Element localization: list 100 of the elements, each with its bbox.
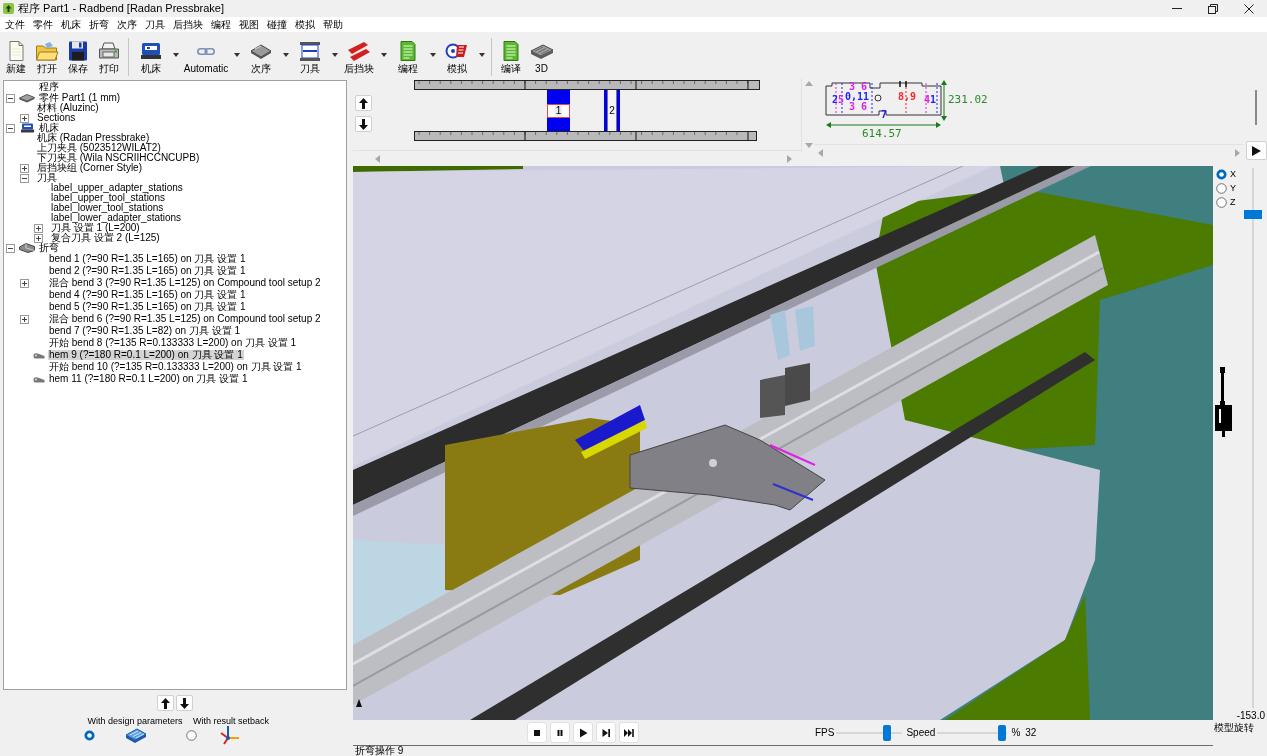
- toolbar-button[interactable]: 模拟: [438, 40, 476, 74]
- tree-item[interactable]: bend 5 (?=90 R=1.35 L=165) on 刀具 设置 1: [48, 302, 247, 312]
- plus-box-icon[interactable]: [19, 113, 29, 123]
- tree-item[interactable]: 折弯: [38, 243, 60, 253]
- toolbar-button[interactable]: 编程: [389, 40, 427, 74]
- tree-item[interactable]: bend 7 (?=90 R=1.35 L=82) on 刀具 设置 1: [48, 326, 241, 336]
- move-down-button[interactable]: [176, 695, 193, 711]
- toolbar-button[interactable]: 刀具: [291, 40, 329, 74]
- menu-item[interactable]: 编程: [207, 18, 235, 31]
- bend-number-label: 1: [930, 95, 937, 105]
- caret-down-icon[interactable]: [478, 53, 485, 57]
- plus-box-icon[interactable]: [19, 163, 29, 173]
- bend-number-label: 8,9: [898, 92, 917, 102]
- tree-item[interactable]: 零件 Part1 (1 mm): [38, 93, 122, 103]
- tree-item[interactable]: bend 4 (?=90 R=1.35 L=165) on 刀具 设置 1: [48, 290, 247, 300]
- plus-box-icon[interactable]: [19, 278, 29, 288]
- toolbar-button[interactable]: 新建: [0, 40, 31, 74]
- tree-item[interactable]: 程序: [38, 82, 60, 92]
- tree-item[interactable]: label_lower_adapter_stations: [50, 213, 183, 223]
- stop-icon: [532, 727, 542, 738]
- minus-box-icon[interactable]: [5, 123, 15, 133]
- radio-button[interactable]: [186, 730, 197, 741]
- toolbar-button[interactable]: 打开: [31, 40, 62, 74]
- tree-item[interactable]: 机床: [38, 123, 60, 133]
- move-down-button[interactable]: [355, 116, 372, 132]
- tree-item[interactable]: bend 1 (?=90 R=1.35 L=165) on 刀具 设置 1: [48, 254, 247, 264]
- skip-to-end-button[interactable]: [619, 722, 639, 743]
- move-up-button[interactable]: [157, 695, 174, 711]
- bend-number-label: 7: [881, 110, 888, 120]
- slider-thumb[interactable]: [882, 724, 891, 741]
- tree-item[interactable]: bend 2 (?=90 R=1.35 L=165) on 刀具 设置 1: [48, 266, 247, 276]
- tree-item[interactable]: 刀具: [36, 173, 58, 183]
- menu-item[interactable]: 文件: [1, 18, 29, 31]
- tree-item[interactable]: 开始 bend 8 (?=135 R=0.133333 L=200) on 刀具 设置 1: [48, 338, 298, 348]
- tree-item[interactable]: 上刀夹具 (5023512WILAT2): [36, 143, 162, 153]
- axis-label: X: [1230, 169, 1236, 179]
- menu-item[interactable]: 折弯: [85, 18, 113, 31]
- pause-button[interactable]: [550, 722, 570, 743]
- caret-down-icon[interactable]: [331, 53, 338, 57]
- caret-down-icon[interactable]: [233, 53, 240, 57]
- plus-box-icon[interactable]: [19, 314, 29, 324]
- bend-number-label: 4: [924, 95, 931, 105]
- caret-down-icon[interactable]: [282, 53, 289, 57]
- menu-item[interactable]: 零件: [29, 18, 57, 31]
- slider-thumb[interactable]: [1244, 210, 1262, 220]
- plus-box-icon[interactable]: [33, 233, 43, 243]
- step-button[interactable]: [596, 722, 616, 743]
- radio-button[interactable]: [1216, 168, 1227, 180]
- menu-item[interactable]: 视图: [235, 18, 263, 31]
- fps-slider[interactable]: [836, 724, 903, 741]
- tree-item[interactable]: hem 11 (?=180 R=0.1 L=200) on 刀具 设置 1: [48, 374, 249, 384]
- radio-button[interactable]: [1216, 182, 1227, 194]
- tree-item[interactable]: 后挡块组 (Corner Style): [36, 163, 143, 173]
- play-button[interactable]: [573, 722, 593, 743]
- tree-item[interactable]: label_lower_tool_stations: [50, 203, 165, 213]
- menu-item[interactable]: 刀具: [141, 18, 169, 31]
- menu-item[interactable]: 碰撞: [263, 18, 291, 31]
- tree-item[interactable]: 开始 bend 10 (?=135 R=0.133333 L=200) on 刀具 设置 1: [48, 362, 303, 372]
- rotation-slider[interactable]: [1244, 168, 1262, 708]
- speed-slider[interactable]: [937, 724, 1008, 741]
- caret-down-icon[interactable]: [172, 53, 179, 57]
- tree-item[interactable]: 机床 (Radan Pressbrake): [36, 133, 151, 143]
- toolbar-button[interactable]: 打印: [93, 40, 124, 74]
- slider-thumb[interactable]: [997, 724, 1006, 741]
- tree-item[interactable]: 刀具 设置 1 (L=200): [50, 223, 141, 233]
- caret-down-icon[interactable]: [380, 53, 387, 57]
- toolbar-button[interactable]: 机床: [132, 40, 170, 74]
- toolbar-button[interactable]: Automatic: [181, 40, 231, 74]
- menu-item[interactable]: 次序: [113, 18, 141, 31]
- minus-box-icon[interactable]: [5, 93, 15, 103]
- tree-item[interactable]: 材料 (Aluzinc): [36, 103, 100, 113]
- move-up-button[interactable]: [355, 95, 372, 111]
- radio-button[interactable]: [84, 730, 95, 741]
- menu-item[interactable]: 模拟: [291, 18, 319, 31]
- stop-button[interactable]: [527, 722, 547, 743]
- toolbar-button[interactable]: 保存: [62, 40, 93, 74]
- menu-item[interactable]: 后挡块: [169, 18, 207, 31]
- tree-item[interactable]: label_upper_adapter_stations: [50, 183, 184, 193]
- minus-box-icon[interactable]: [19, 173, 29, 183]
- tree-item[interactable]: label_upper_tool_stations: [50, 193, 166, 203]
- tree-item[interactable]: 下刀夹具 (Wila NSCRIIHCCNCUPB): [36, 153, 201, 163]
- tree-item[interactable]: 混合 bend 6 (?=90 R=1.35 L=125) on Compound tool setup 2: [48, 314, 322, 324]
- scrollbar-thumb[interactable]: [1255, 90, 1257, 125]
- tree-item[interactable]: 复合刀具 设置 2 (L=125): [50, 233, 161, 243]
- plus-box-icon[interactable]: [33, 223, 43, 233]
- caret-down-icon[interactable]: [429, 53, 436, 57]
- toolbar-button[interactable]: 编译: [495, 40, 526, 74]
- tree-item[interactable]: Sections: [36, 113, 77, 123]
- tree-item[interactable]: hem 9 (?=180 R=0.1 L=200) on 刀具 设置 1: [48, 350, 244, 360]
- tool-set-icon: [298, 40, 322, 62]
- restore-icon: [1208, 3, 1218, 14]
- minus-box-icon[interactable]: [5, 243, 15, 253]
- tree-item[interactable]: 混合 bend 3 (?=90 R=1.35 L=125) on Compound tool setup 2: [48, 278, 322, 288]
- toolbar-button[interactable]: 次序: [242, 40, 280, 74]
- toolbar-button[interactable]: 3D: [526, 40, 557, 74]
- menu-item[interactable]: 机床: [57, 18, 85, 31]
- menu-item[interactable]: 帮助: [319, 18, 347, 31]
- side-panel-button[interactable]: [1246, 141, 1267, 160]
- radio-button[interactable]: [1216, 196, 1227, 208]
- toolbar-button[interactable]: 后挡块: [340, 40, 378, 74]
